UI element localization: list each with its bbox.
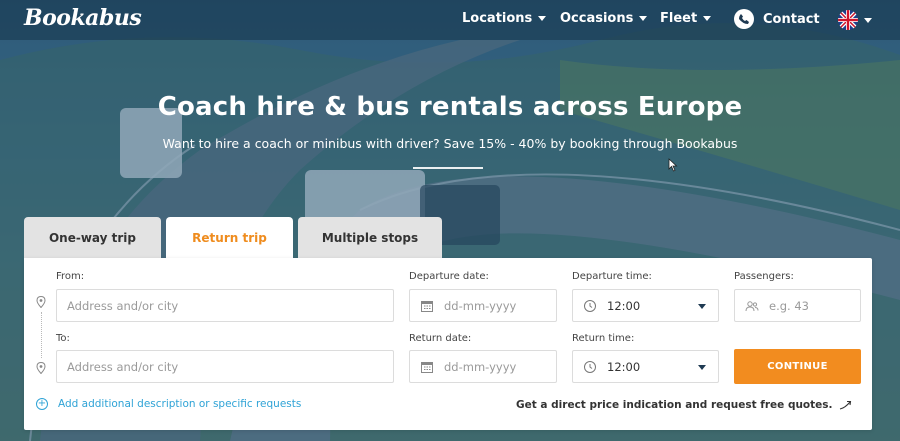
clock-icon bbox=[583, 360, 597, 374]
passengers-label: Passengers: bbox=[734, 271, 794, 282]
add-description-label: Add additional description or specific r… bbox=[58, 398, 302, 410]
nav-contact[interactable]: Contact bbox=[734, 9, 820, 29]
to-input[interactable]: Address and/or city bbox=[56, 350, 394, 383]
price-indication-note: Get a direct price indication and reques… bbox=[516, 399, 853, 411]
tab-one-way-trip[interactable]: One-way trip bbox=[24, 217, 161, 258]
to-label: To: bbox=[56, 333, 70, 344]
to-placeholder: Address and/or city bbox=[67, 359, 179, 374]
nav-locations-label: Locations bbox=[462, 11, 533, 26]
return-time-select[interactable]: 12:00 bbox=[572, 350, 719, 383]
arrow-icon bbox=[839, 400, 851, 410]
return-time-label: Return time: bbox=[572, 333, 635, 344]
departure-time-label: Departure time: bbox=[572, 271, 652, 282]
nav-fleet[interactable]: Fleet bbox=[660, 11, 712, 26]
tab-return-trip[interactable]: Return trip bbox=[166, 217, 293, 258]
location-pin-icon bbox=[36, 296, 46, 308]
from-input[interactable]: Address and/or city bbox=[56, 289, 394, 322]
caret-down-icon bbox=[639, 16, 648, 21]
hero-subtitle: Want to hire a coach or minibus with dri… bbox=[162, 136, 738, 151]
price-note-text: Get a direct price indication and reques… bbox=[516, 399, 833, 411]
departure-date-label: Departure date: bbox=[409, 271, 489, 282]
return-date-input[interactable]: dd-mm-yyyy bbox=[409, 350, 557, 383]
passengers-input[interactable]: e.g. 43 bbox=[734, 289, 861, 322]
calendar-icon bbox=[420, 299, 434, 313]
passengers-icon bbox=[745, 299, 759, 313]
booking-form: From: Address and/or city To: Address an… bbox=[24, 258, 872, 430]
mouse-cursor-icon bbox=[668, 158, 678, 172]
return-time-value: 12:00 bbox=[607, 359, 641, 374]
return-date-label: Return date: bbox=[409, 333, 472, 344]
top-navbar: Bookabus Locations Occasions Fleet Conta… bbox=[0, 0, 900, 40]
nav-occasions-label: Occasions bbox=[560, 11, 634, 26]
caret-down-icon bbox=[538, 16, 547, 21]
language-selector[interactable] bbox=[838, 10, 872, 30]
hero-divider bbox=[413, 167, 483, 169]
hero-title: Coach hire & bus rentals across Europe bbox=[157, 92, 743, 122]
from-label: From: bbox=[56, 271, 85, 282]
passengers-placeholder: e.g. 43 bbox=[769, 298, 809, 313]
plus-circle-icon: + bbox=[36, 398, 48, 410]
uk-flag-icon bbox=[838, 10, 858, 30]
calendar-icon bbox=[420, 360, 434, 374]
departure-time-select[interactable]: 12:00 bbox=[572, 289, 719, 322]
caret-down-icon bbox=[864, 17, 872, 23]
phone-icon bbox=[734, 9, 754, 29]
chevron-down-icon bbox=[698, 365, 706, 370]
departure-date-input[interactable]: dd-mm-yyyy bbox=[409, 289, 557, 322]
route-connector bbox=[41, 312, 42, 358]
return-date-placeholder: dd-mm-yyyy bbox=[444, 359, 517, 374]
chevron-down-icon bbox=[698, 304, 706, 309]
nav-locations[interactable]: Locations bbox=[462, 11, 547, 26]
tab-multiple-stops[interactable]: Multiple stops bbox=[298, 217, 442, 258]
departure-date-placeholder: dd-mm-yyyy bbox=[444, 298, 517, 313]
clock-icon bbox=[583, 299, 597, 313]
nav-fleet-label: Fleet bbox=[660, 11, 698, 26]
continue-button[interactable]: CONTINUE bbox=[734, 349, 861, 384]
from-placeholder: Address and/or city bbox=[67, 298, 179, 313]
caret-down-icon bbox=[703, 16, 712, 21]
nav-contact-label: Contact bbox=[763, 11, 820, 27]
bookabus-logo[interactable]: Bookabus bbox=[24, 5, 142, 31]
nav-occasions[interactable]: Occasions bbox=[560, 11, 648, 26]
departure-time-value: 12:00 bbox=[607, 298, 641, 313]
location-pin-icon bbox=[36, 362, 46, 374]
add-description-link[interactable]: + Add additional description or specific… bbox=[36, 398, 301, 410]
